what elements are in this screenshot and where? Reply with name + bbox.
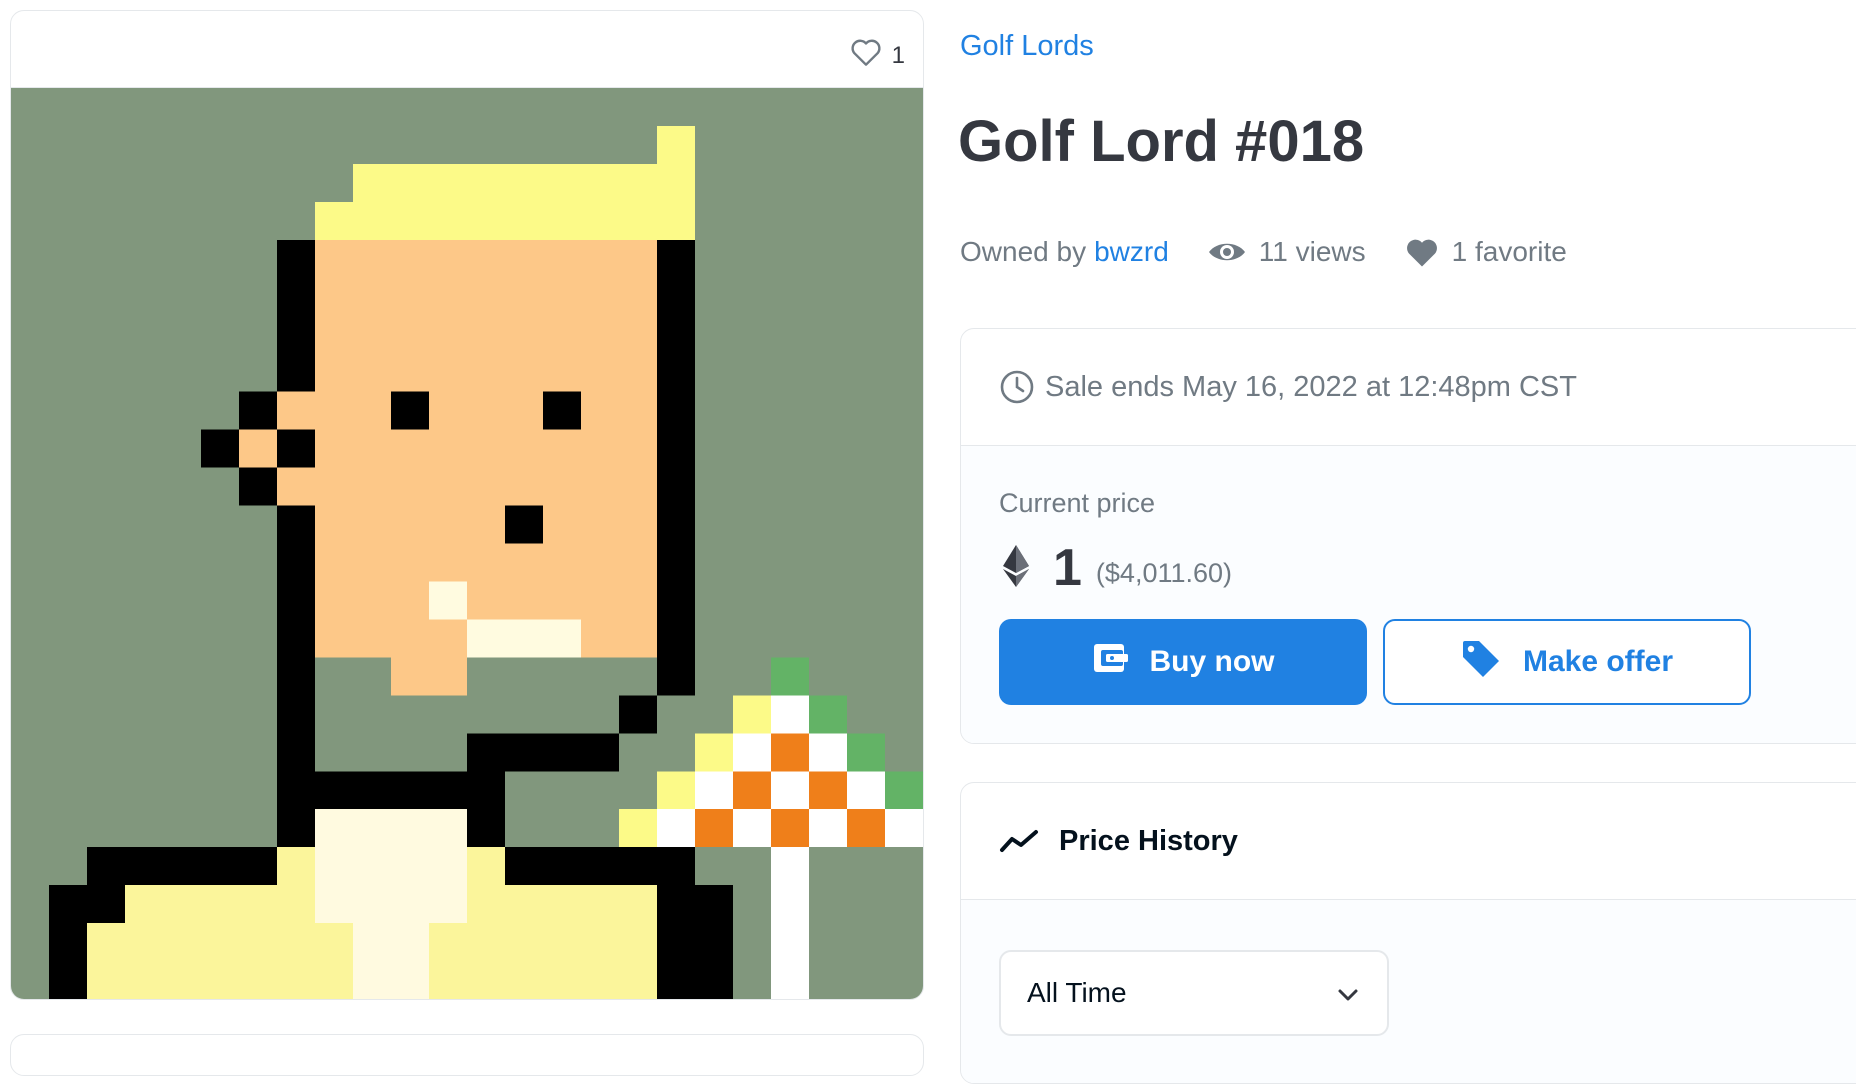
- wallet-icon: [1092, 642, 1128, 682]
- item-title: Golf Lord #018: [958, 109, 1365, 174]
- current-price-label: Current price: [999, 488, 1156, 518]
- eye-icon: [1207, 239, 1247, 265]
- collection-link[interactable]: Golf Lords: [960, 30, 1094, 63]
- asset-description-card: [10, 1034, 924, 1076]
- trade-panel: Sale ends May 16, 2022 at 12:48pm CST Cu…: [960, 328, 1856, 744]
- price-history-panel: Price History All Time: [960, 782, 1856, 1084]
- trend-line-icon: [999, 828, 1039, 854]
- owner-link[interactable]: bwzrd: [1094, 236, 1169, 268]
- make-offer-label: Make offer: [1522, 645, 1674, 678]
- asset-image[interactable]: [11, 88, 923, 999]
- owned-by-label: Owned by: [960, 236, 1087, 267]
- clock-icon: [999, 369, 1035, 405]
- views-count: 11 views: [1258, 236, 1366, 267]
- chevron-down-icon: [1337, 977, 1359, 1009]
- price-history-body: All Time: [961, 900, 1856, 1083]
- asset-card-header: 1: [11, 11, 923, 88]
- favorites-count: 1 favorite: [1451, 236, 1567, 267]
- time-range-select[interactable]: All Time: [999, 950, 1389, 1036]
- asset-card: 1: [10, 10, 924, 1000]
- heart-filled-icon: [1404, 236, 1440, 268]
- buy-now-button[interactable]: Buy now: [999, 619, 1367, 705]
- favorite-count: 1: [891, 41, 905, 69]
- item-meta-row: Owned by bwzrd 11 views 1 favorite: [960, 236, 1567, 268]
- buy-now-label: Buy now: [1149, 645, 1275, 678]
- heart-outline-icon: [850, 37, 882, 74]
- ethereum-icon: [1003, 544, 1029, 592]
- tag-icon: [1461, 639, 1501, 685]
- price-row: 1 ($4,011.60): [1003, 538, 1232, 598]
- favorite-toggle[interactable]: 1: [850, 37, 905, 74]
- time-range-value: All Time: [1027, 977, 1127, 1008]
- price-eth: 1: [1053, 539, 1082, 597]
- sale-timer-bar: Sale ends May 16, 2022 at 12:48pm CST: [961, 329, 1856, 446]
- price-history-header[interactable]: Price History: [961, 783, 1856, 900]
- make-offer-button[interactable]: Make offer: [1383, 619, 1751, 705]
- price-history-title: Price History: [1059, 824, 1238, 857]
- price-usd: ($4,011.60): [1095, 557, 1233, 588]
- sale-ends-text: Sale ends May 16, 2022 at 12:48pm CST: [1045, 370, 1577, 403]
